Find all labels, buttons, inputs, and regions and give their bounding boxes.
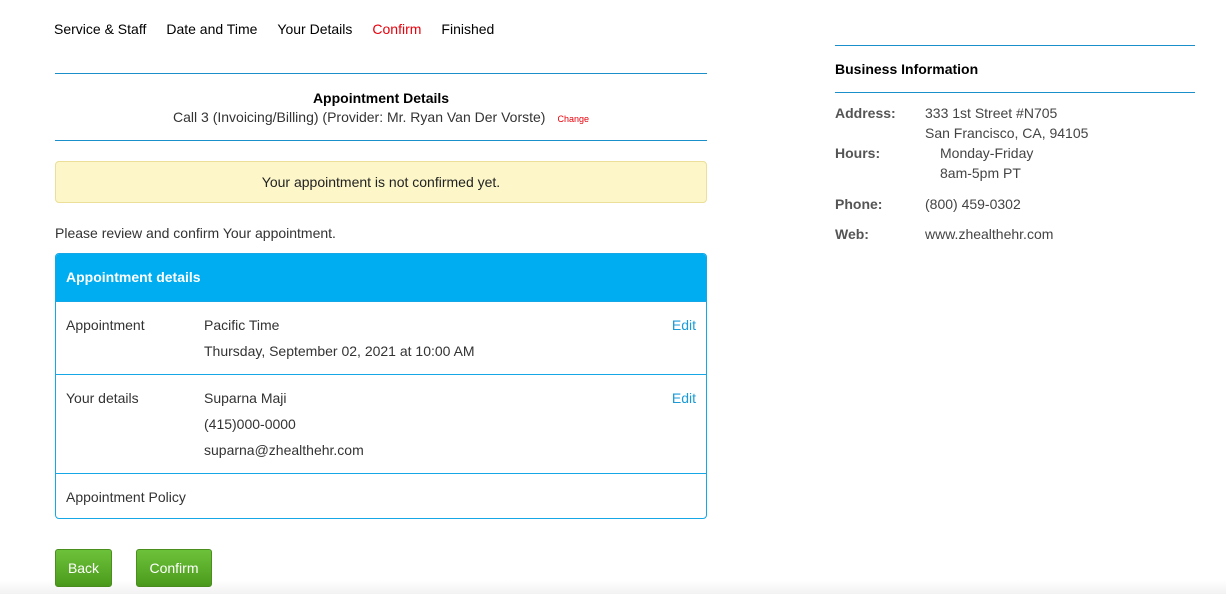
edit-details-link[interactable]: Edit <box>672 390 696 406</box>
panel-title: Appointment details <box>56 254 706 301</box>
your-details-values: Suparna Maji (415)000-0000 suparna@zheal… <box>204 385 364 463</box>
divider <box>55 73 707 74</box>
step-date-time[interactable]: Date and Time <box>166 20 257 38</box>
divider <box>835 92 1195 93</box>
divider <box>55 140 707 141</box>
step-navigation: Service & Staff Date and Time Your Detai… <box>54 20 514 38</box>
your-details-row: Your details Suparna Maji (415)000-0000 … <box>56 374 706 473</box>
address-line1: 333 1st Street #N705 <box>925 105 1058 121</box>
web-label: Web: <box>835 226 869 242</box>
appointment-timezone: Pacific Time <box>204 317 280 333</box>
edit-appointment-link[interactable]: Edit <box>672 317 696 333</box>
step-your-details[interactable]: Your Details <box>277 20 352 38</box>
address-line2: San Francisco, CA, 94105 <box>925 125 1089 141</box>
phone-label: Phone: <box>835 196 883 212</box>
appointment-summary: Appointment Details Call 3 (Invoicing/Bi… <box>55 90 707 128</box>
appointment-service: Call 3 (Invoicing/Billing) (Provider: Mr… <box>55 108 707 128</box>
appointment-datetime: Thursday, September 02, 2021 at 10:00 AM <box>204 343 475 359</box>
appointment-row: Appointment Pacific Time Thursday, Septe… <box>56 301 706 374</box>
step-confirm[interactable]: Confirm <box>372 20 421 38</box>
appointment-label: Appointment <box>66 317 145 333</box>
hours-line2: 8am-5pm PT <box>940 165 1021 181</box>
appointment-summary-title: Appointment Details <box>312 90 450 106</box>
customer-email: suparna@zhealthehr.com <box>204 442 364 458</box>
phone-value: (800) 459-0302 <box>925 196 1021 212</box>
not-confirmed-alert: Your appointment is not confirmed yet. <box>55 161 707 203</box>
divider <box>835 45 1195 46</box>
customer-name: Suparna Maji <box>204 390 287 406</box>
appointment-policy-row[interactable]: Appointment Policy <box>56 473 706 518</box>
address-label: Address: <box>835 105 896 121</box>
appointment-service-text: Call 3 (Invoicing/Billing) (Provider: Mr… <box>173 109 546 125</box>
appointment-policy-label[interactable]: Appointment Policy <box>66 489 186 505</box>
customer-phone: (415)000-0000 <box>204 416 296 432</box>
hours-label: Hours: <box>835 145 881 161</box>
page-bottom-shadow <box>0 580 1226 594</box>
change-link[interactable]: Change <box>557 114 589 124</box>
appointment-details-panel: Appointment details Appointment Pacific … <box>55 253 707 519</box>
step-finished[interactable]: Finished <box>441 20 494 38</box>
appointment-values: Pacific Time Thursday, September 02, 202… <box>204 312 475 364</box>
your-details-label: Your details <box>66 390 139 406</box>
hours-line1: Monday-Friday <box>940 145 1034 161</box>
business-info-title: Business Information <box>835 61 979 77</box>
step-service-staff[interactable]: Service & Staff <box>54 20 146 38</box>
review-instructions: Please review and confirm Your appointme… <box>55 225 336 241</box>
web-link[interactable]: www.zhealthehr.com <box>925 224 1053 244</box>
